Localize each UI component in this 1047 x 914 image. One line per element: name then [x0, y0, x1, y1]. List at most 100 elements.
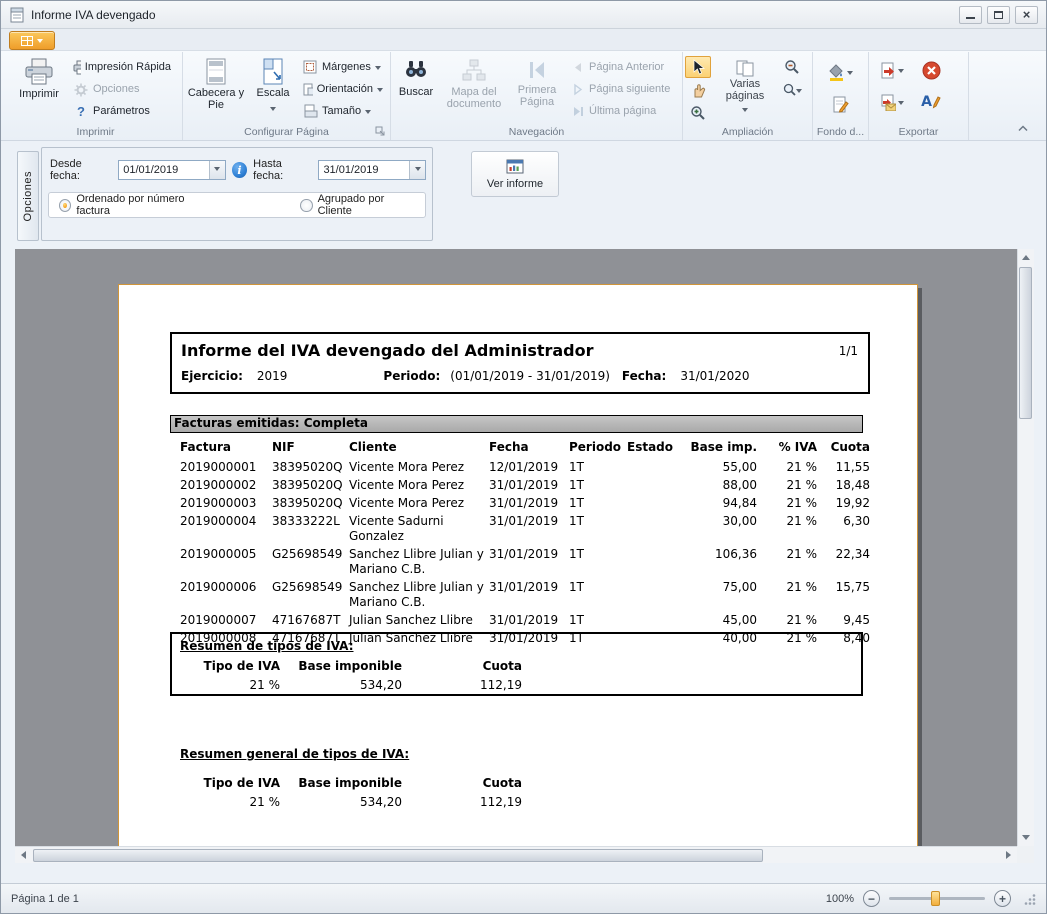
- minimize-button[interactable]: [959, 6, 982, 24]
- info-glyph: i: [237, 164, 241, 177]
- previous-page-icon: [571, 61, 585, 74]
- scale-icon: [261, 58, 285, 85]
- group-label-ampliacion-text: Ampliación: [722, 126, 773, 138]
- cell-nif: G25698549: [272, 547, 349, 580]
- vertical-scroll-thumb[interactable]: [1019, 267, 1032, 419]
- first-page-icon: [526, 58, 548, 82]
- radio-group-by-client[interactable]: Agrupado por Cliente: [300, 193, 415, 217]
- multiple-pages-label: Varias páginas: [712, 79, 778, 102]
- cell-estado: [627, 547, 685, 580]
- zoom-increase-button[interactable]: +: [994, 890, 1011, 907]
- quick-print-icon: [73, 60, 81, 75]
- zoom-out-button[interactable]: [779, 56, 805, 78]
- titlebar: Informe IVA devengado ×: [1, 1, 1046, 29]
- zoom-slider-thumb[interactable]: [931, 891, 940, 906]
- orientation-button[interactable]: Orientación: [299, 78, 387, 100]
- export-document-button[interactable]: [872, 56, 912, 84]
- summary-cuota-value: 112,19: [402, 678, 522, 693]
- orientation-dropdown-icon: [377, 88, 383, 95]
- size-button[interactable]: Tamaño: [299, 100, 387, 122]
- quick-print-button[interactable]: Impresión Rápida: [69, 56, 175, 78]
- orientation-label: Orientación: [317, 83, 373, 95]
- multiple-pages-button[interactable]: Varias páginas: [712, 56, 778, 124]
- dialog-launcher-icon[interactable]: [375, 126, 386, 137]
- header-footer-icon: [204, 58, 228, 85]
- group-label-navegacion-text: Navegación: [509, 126, 564, 138]
- pointer-tool-button[interactable]: [685, 56, 711, 78]
- scroll-down-button[interactable]: [1018, 830, 1034, 846]
- close-preview-button[interactable]: [922, 61, 941, 80]
- col-header-base: Base imp.: [685, 440, 757, 460]
- cell-cuota: 15,75: [817, 580, 870, 613]
- options-tab-label: Opciones: [22, 171, 34, 221]
- document-map-button[interactable]: Mapa del documento: [441, 54, 507, 125]
- collapse-ribbon-button[interactable]: [1014, 121, 1032, 135]
- previous-page-button[interactable]: Página Anterior: [567, 56, 677, 78]
- cell-periodo: 1T: [569, 547, 627, 580]
- print-button[interactable]: Imprimir: [11, 54, 67, 125]
- cell-nif: G25698549: [272, 580, 349, 613]
- from-date-dropdown-button[interactable]: [209, 161, 225, 179]
- cell-iva: 21 %: [757, 514, 817, 547]
- font-color-button[interactable]: A: [921, 94, 941, 110]
- to-date-combobox[interactable]: 31/01/2019: [318, 160, 426, 180]
- vertical-scrollbar[interactable]: [1017, 249, 1034, 846]
- first-page-button[interactable]: Primera Página: [509, 54, 565, 125]
- radio-order-by-invoice[interactable]: Ordenado por número factura: [59, 193, 212, 217]
- report-title: Informe del IVA devengado del Administra…: [181, 341, 594, 360]
- export-send-button[interactable]: [872, 88, 912, 116]
- search-button[interactable]: Buscar: [393, 54, 439, 125]
- scale-button[interactable]: Escala: [249, 54, 297, 125]
- cell-periodo: 1T: [569, 514, 627, 547]
- cell-estado: [627, 478, 685, 496]
- zoom-dropdown-button[interactable]: [779, 79, 805, 101]
- last-page-button[interactable]: Última página: [567, 100, 677, 122]
- printer-icon: [24, 58, 54, 86]
- watermark-button[interactable]: [821, 90, 861, 118]
- zoom-slider[interactable]: [889, 890, 985, 907]
- view-report-button[interactable]: Ver informe: [471, 151, 559, 197]
- zoom-decrease-button[interactable]: −: [863, 890, 880, 907]
- radio-button-unchecked[interactable]: [300, 199, 312, 212]
- options-panel: Opciones Desde fecha: 01/01/2019 i Hasta…: [1, 141, 1046, 249]
- general-summary-section: Resumen general de tipos de IVA: Tipo de…: [180, 747, 873, 810]
- group-label-navegacion: Navegación: [393, 125, 680, 140]
- radio-button-checked[interactable]: [59, 199, 71, 212]
- cell-estado: [627, 460, 685, 478]
- to-date-dropdown-button[interactable]: [409, 161, 425, 179]
- horizontal-scroll-thumb[interactable]: [33, 849, 763, 862]
- margins-button[interactable]: Márgenes: [299, 56, 387, 78]
- zoom-in-button[interactable]: [685, 102, 711, 124]
- cell-cliente: Sanchez Llibre Julian y Mariano C.B.: [349, 580, 489, 613]
- options-side-tab[interactable]: Opciones: [17, 151, 39, 241]
- size-label: Tamaño: [322, 105, 361, 117]
- preview-area: Informe del IVA devengado del Administra…: [15, 249, 1034, 863]
- general-base-value: 534,20: [280, 795, 402, 810]
- resize-grip[interactable]: [1024, 893, 1036, 905]
- chevron-up-icon: [1018, 125, 1028, 132]
- next-page-button[interactable]: Página siguiente: [567, 78, 677, 100]
- scroll-right-button[interactable]: [1001, 847, 1017, 863]
- page-color-button[interactable]: [821, 58, 861, 86]
- scroll-up-button[interactable]: [1018, 249, 1034, 265]
- hand-tool-button[interactable]: [685, 79, 711, 101]
- maximize-button[interactable]: [987, 6, 1010, 24]
- horizontal-scrollbar[interactable]: [15, 846, 1017, 863]
- minus-icon: −: [868, 893, 875, 905]
- window-title: Informe IVA devengado: [31, 8, 156, 22]
- print-options-button[interactable]: Opciones: [69, 78, 175, 100]
- scroll-left-button[interactable]: [15, 847, 31, 863]
- from-date-combobox[interactable]: 01/01/2019: [118, 160, 226, 180]
- multiple-pages-icon: [735, 59, 755, 77]
- margins-label: Márgenes: [322, 61, 371, 73]
- cell-cliente: Vicente Sadurni Gonzalez: [349, 514, 489, 547]
- general-summary-title: Resumen general de tipos de IVA:: [180, 747, 873, 761]
- close-button[interactable]: ×: [1015, 6, 1038, 24]
- cell-factura: 2019000007: [180, 613, 272, 631]
- summary-col-base: Base imponible: [280, 659, 402, 678]
- application-menu-button[interactable]: [9, 31, 55, 50]
- ribbon-group-navegacion: Buscar Mapa del documento: [391, 52, 683, 140]
- group-label-exportar: Exportar: [871, 125, 966, 140]
- parameters-button[interactable]: ? Parámetros: [69, 100, 175, 122]
- header-footer-button[interactable]: Cabecera y Pie: [185, 54, 247, 125]
